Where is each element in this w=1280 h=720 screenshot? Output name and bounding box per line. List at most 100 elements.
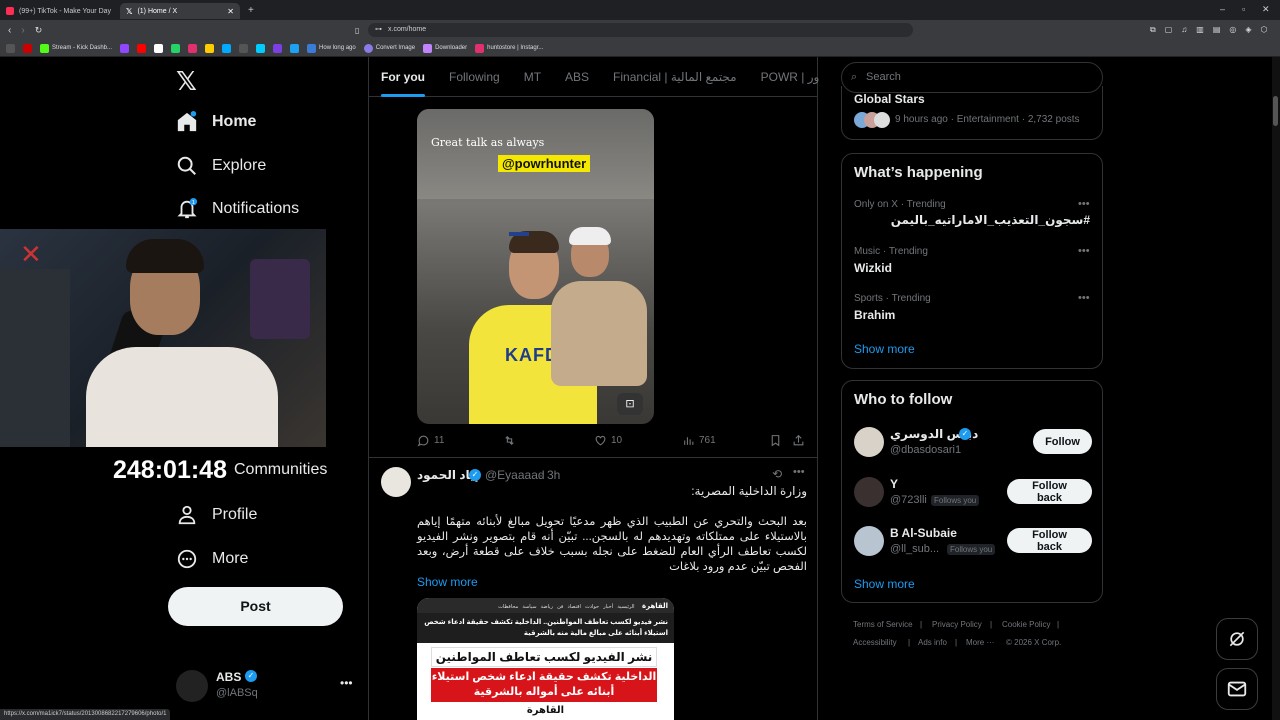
maximize-icon[interactable]: ▫ bbox=[1242, 4, 1245, 14]
event-card[interactable]: Global Stars 9 hours ago · Entertainment… bbox=[841, 86, 1103, 140]
youtube-studio-icon[interactable] bbox=[137, 43, 147, 53]
tab-following[interactable]: Following bbox=[437, 70, 512, 84]
tab-for-you[interactable]: For you bbox=[369, 70, 437, 97]
news-menu-item: الرئيسية bbox=[617, 604, 635, 610]
minimize-icon[interactable]: – bbox=[1220, 4, 1225, 14]
footer-link[interactable]: Privacy Policy bbox=[932, 620, 982, 629]
browser-tab-tiktok[interactable]: (99+) TikTok - Make Your Day bbox=[0, 3, 120, 19]
tab-financial[interactable]: Financial | مجتمع المالية bbox=[601, 70, 749, 84]
messages-button[interactable] bbox=[1216, 668, 1258, 710]
whats-happening-card: What’s happening Only on X · Trending ••… bbox=[841, 153, 1103, 369]
trend-more-icon[interactable]: ••• bbox=[1078, 198, 1090, 210]
nav-more[interactable]: More bbox=[176, 548, 248, 570]
stripe-icon[interactable] bbox=[273, 43, 283, 53]
footer-link[interactable]: Terms of Service bbox=[853, 620, 913, 629]
bookmark-howlongago[interactable]: How long ago bbox=[307, 43, 356, 53]
grok-button[interactable] bbox=[1216, 618, 1258, 660]
trend-more-icon[interactable]: ••• bbox=[1078, 292, 1090, 304]
account-switcher[interactable]: ABS ✓ @lABSq ••• bbox=[176, 668, 366, 708]
like-button[interactable]: 10 bbox=[594, 434, 622, 447]
tweet-author-handle[interactable]: @Eyaaaad bbox=[485, 468, 545, 482]
browser-tab-x[interactable]: 𝕏 (1) Home / X ✕ bbox=[120, 3, 240, 19]
nav-profile[interactable]: Profile bbox=[176, 504, 257, 526]
tiktok-bm-icon[interactable] bbox=[256, 43, 266, 53]
window-close-icon[interactable]: ✕ bbox=[1262, 4, 1270, 15]
github-icon[interactable] bbox=[239, 43, 249, 53]
trend-more-icon[interactable]: ••• bbox=[1078, 245, 1090, 257]
close-tab-icon[interactable]: ✕ bbox=[227, 7, 234, 16]
snapchat-icon[interactable] bbox=[205, 43, 215, 53]
show-more-link[interactable]: Show more bbox=[854, 577, 915, 591]
bookmark-page-icon[interactable]: ▯ bbox=[355, 26, 359, 35]
timeline-column: For you Following MT ABS Financial | مجت… bbox=[368, 57, 819, 720]
trend-item[interactable]: Sports · Trending ••• Brahim bbox=[842, 288, 1102, 334]
footer-link[interactable]: Ads info bbox=[918, 638, 947, 647]
account-name: ABS bbox=[216, 670, 242, 684]
bookmark-downloader[interactable]: Downloader bbox=[423, 43, 467, 53]
image-description-icon[interactable]: ⊡ bbox=[617, 393, 643, 415]
reply-icon bbox=[417, 435, 429, 447]
address-bar[interactable]: ⊶ x.com/home bbox=[368, 23, 913, 37]
footer-more[interactable]: More ··· bbox=[966, 638, 994, 647]
follow-suggestion[interactable]: Y @723lli Follows you Follow back bbox=[842, 473, 1102, 517]
trend-item[interactable]: Only on X · Trending ••• #سجون_التعذيب_ا… bbox=[842, 194, 1102, 240]
x-bookmark-icon[interactable] bbox=[154, 43, 164, 53]
show-more-link[interactable]: Show more bbox=[854, 342, 915, 356]
tweet-separator: · bbox=[539, 468, 543, 482]
bookmark-kick[interactable]: Stream - Kick Dashb... bbox=[40, 43, 112, 53]
show-more-link[interactable]: Show more bbox=[417, 575, 478, 589]
footer-separator: | bbox=[955, 638, 958, 647]
scrollbar-thumb[interactable] bbox=[1273, 96, 1278, 126]
new-tab-button[interactable]: + bbox=[248, 5, 254, 16]
repost-button[interactable] bbox=[503, 434, 516, 447]
nav-communities[interactable]: Communities bbox=[234, 461, 327, 479]
avatar[interactable] bbox=[381, 467, 411, 497]
tweet-image[interactable]: Great talk as always @powrhunter KAFD ⊡ bbox=[417, 109, 654, 424]
tab-powr[interactable]: POWR | ور bbox=[749, 70, 832, 84]
share-button[interactable] bbox=[792, 434, 805, 447]
follow-back-button[interactable]: Follow back bbox=[1007, 528, 1092, 553]
nav-notifications[interactable]: 1 Notifications bbox=[176, 198, 299, 220]
twitch-icon[interactable] bbox=[120, 43, 130, 53]
trend-item[interactable]: Music · Trending ••• Wizkid bbox=[842, 241, 1102, 287]
heart-icon bbox=[595, 435, 606, 446]
whatsapp-icon[interactable] bbox=[171, 43, 181, 53]
back-icon[interactable]: ‹ bbox=[8, 25, 11, 36]
instagram-icon[interactable] bbox=[188, 43, 198, 53]
reload-icon[interactable]: ↻ bbox=[35, 25, 43, 36]
telegram-icon[interactable] bbox=[222, 43, 232, 53]
hair-shape bbox=[126, 239, 204, 273]
follow-suggestion[interactable]: دباس الدوسري ✓ @dbasdosari1 Follow bbox=[842, 423, 1102, 467]
nav-label: Notifications bbox=[212, 200, 300, 217]
follow-suggestion[interactable]: B Al-Subaie @ll_sub... Follows you Follo… bbox=[842, 522, 1102, 566]
footer-link[interactable]: Accessibility bbox=[853, 638, 897, 647]
bookmark-button[interactable] bbox=[769, 434, 782, 447]
analytics-icon bbox=[684, 437, 694, 445]
follow-button[interactable]: Follow bbox=[1033, 429, 1092, 454]
nav-home[interactable]: Home bbox=[176, 111, 256, 133]
twitter-bm-icon[interactable] bbox=[290, 43, 300, 53]
apps-icon[interactable] bbox=[6, 43, 15, 53]
tab-mt[interactable]: MT bbox=[512, 70, 553, 84]
post-button[interactable]: Post bbox=[168, 587, 343, 626]
follow-back-button[interactable]: Follow back bbox=[1007, 479, 1092, 504]
account-more-icon[interactable]: ••• bbox=[340, 676, 353, 690]
tweet-time[interactable]: 3h bbox=[547, 468, 560, 482]
views-button[interactable]: 761 bbox=[682, 434, 716, 447]
bookmark-convert[interactable]: Convert Image bbox=[363, 43, 415, 53]
tweet-image[interactable]: القاهرة الرئيسية أخبار حوادث اقتصاد فن ر… bbox=[417, 598, 674, 720]
share-icon bbox=[793, 434, 804, 446]
x-logo-icon[interactable]: 𝕏 bbox=[176, 66, 197, 97]
forward-icon[interactable]: › bbox=[21, 25, 24, 36]
bookmark-huntostore[interactable]: huntostore | Instagr... bbox=[475, 43, 543, 53]
nav-explore[interactable]: Explore bbox=[176, 155, 266, 177]
grok-icon[interactable]: ⟲ bbox=[772, 467, 782, 481]
reply-button[interactable]: 11 bbox=[417, 434, 444, 447]
scrollbar[interactable] bbox=[1272, 57, 1280, 720]
site-info-icon[interactable]: ⊶ bbox=[375, 23, 382, 37]
tweet-more-icon[interactable]: ••• bbox=[793, 466, 805, 478]
tab-abs[interactable]: ABS bbox=[553, 70, 601, 84]
footer-link[interactable]: Cookie Policy bbox=[1002, 620, 1050, 629]
extensions-icon[interactable]: ⧉▢♫▥▤◎◈⬡ bbox=[1150, 25, 1277, 35]
youtube-icon[interactable] bbox=[23, 43, 32, 53]
